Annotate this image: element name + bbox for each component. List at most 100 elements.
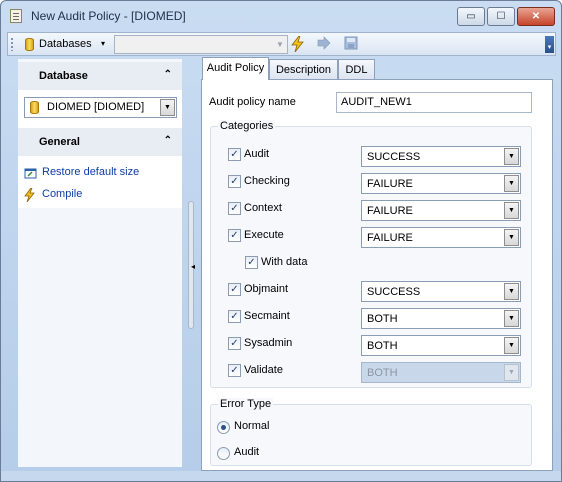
database-icon: [25, 38, 34, 51]
databases-menu[interactable]: Databases: [39, 38, 92, 50]
policy-name-value: AUDIT_NEW1: [341, 96, 412, 108]
category-label: Sysadmin: [244, 337, 293, 349]
category-mode-select[interactable]: FAILURE ▼: [361, 227, 521, 248]
toolbar-grip[interactable]: [11, 38, 13, 51]
category-row-sysadmin: ✓ Sysadmin BOTH ▼: [202, 335, 542, 357]
chevron-down-icon[interactable]: ▼: [504, 310, 519, 327]
chevron-down-icon[interactable]: ▼: [504, 229, 519, 246]
policy-name-label: Audit policy name: [209, 96, 296, 108]
collapse-icon[interactable]: ⌃: [164, 135, 172, 146]
general-section-title: General: [39, 136, 80, 148]
database-select-value: DIOMED [DIOMED]: [47, 101, 145, 113]
chevron-down-icon[interactable]: ▼: [504, 175, 519, 192]
error-type-normal-option[interactable]: Normal: [217, 420, 337, 436]
tab-ddl[interactable]: DDL: [338, 59, 375, 79]
category-checkbox[interactable]: ✓: [228, 310, 241, 323]
forward-arrow-icon[interactable]: [315, 36, 332, 53]
database-section-header[interactable]: Database ⌃: [18, 62, 182, 90]
category-mode-select[interactable]: BOTH ▼: [361, 308, 521, 329]
general-section-header[interactable]: General ⌃: [18, 128, 182, 156]
close-button[interactable]: ✕: [517, 7, 555, 26]
policy-name-input[interactable]: AUDIT_NEW1: [336, 92, 532, 113]
category-mode-value: FAILURE: [367, 178, 413, 190]
compile-link[interactable]: Compile: [18, 187, 182, 205]
category-checkbox[interactable]: ✓: [228, 364, 241, 377]
error-type-audit-option[interactable]: Audit: [217, 446, 337, 462]
chevron-down-icon[interactable]: ▼: [273, 36, 287, 53]
database-select[interactable]: DIOMED [DIOMED] ▼: [24, 97, 177, 118]
minimize-button[interactable]: ▭: [457, 7, 485, 26]
restore-default-size-label: Restore default size: [42, 166, 140, 178]
tab-description[interactable]: Description: [269, 59, 338, 79]
category-row-validate: ✓ Validate BOTH ▼: [202, 362, 542, 384]
category-row-audit: ✓ Audit SUCCESS ▼: [202, 146, 542, 168]
category-label: Secmaint: [244, 310, 290, 322]
category-mode-value: BOTH: [367, 313, 398, 325]
toolbar-overflow-button[interactable]: ▾: [545, 36, 554, 53]
toolbar: Databases ▾ ▼ ▾: [7, 32, 556, 56]
category-mode-value: FAILURE: [367, 205, 413, 217]
with-data-option[interactable]: ✓ With data: [202, 254, 402, 274]
category-checkbox[interactable]: ✓: [228, 229, 241, 242]
chevron-down-icon[interactable]: ▼: [504, 202, 519, 219]
category-label: Checking: [244, 175, 290, 187]
category-mode-select[interactable]: SUCCESS ▼: [361, 281, 521, 302]
category-checkbox[interactable]: ✓: [228, 175, 241, 188]
lightning-icon: [24, 187, 35, 205]
category-checkbox[interactable]: ✓: [228, 283, 241, 296]
category-mode-value: SUCCESS: [367, 286, 421, 298]
database-object-combo[interactable]: ▼: [114, 35, 288, 54]
category-row-checking: ✓ Checking FAILURE ▼: [202, 173, 542, 195]
category-row-context: ✓ Context FAILURE ▼: [202, 200, 542, 222]
collapse-icon[interactable]: ⌃: [164, 69, 172, 80]
category-mode-select: BOTH ▼: [361, 362, 521, 383]
category-row-secmaint: ✓ Secmaint BOTH ▼: [202, 308, 542, 330]
category-mode-value: SUCCESS: [367, 151, 421, 163]
category-checkbox[interactable]: ✓: [228, 337, 241, 350]
restore-default-size-link[interactable]: Restore default size: [18, 166, 182, 180]
audit-policy-page: Audit policy name AUDIT_NEW1 Categories …: [201, 79, 553, 471]
compile-lightning-icon[interactable]: [289, 35, 306, 53]
category-label: Validate: [244, 364, 283, 376]
category-checkbox[interactable]: ✓: [228, 202, 241, 215]
with-data-checkbox[interactable]: ✓: [245, 256, 258, 269]
tab-audit-policy[interactable]: Audit Policy: [202, 57, 269, 80]
database-section-body: DIOMED [DIOMED] ▼: [18, 90, 182, 128]
category-mode-select[interactable]: FAILURE ▼: [361, 173, 521, 194]
chevron-down-icon[interactable]: ▾: [101, 39, 105, 48]
window-bottom-frame: [1, 471, 561, 481]
database-section-title: Database: [39, 70, 88, 82]
category-mode-select[interactable]: BOTH ▼: [361, 335, 521, 356]
window-title: New Audit Policy - [DIOMED]: [31, 9, 186, 23]
navigation-panel: Database ⌃ DIOMED [DIOMED] ▼ General ⌃ R…: [18, 59, 182, 467]
chevron-left-icon[interactable]: ◂: [191, 262, 195, 271]
error-type-title: Error Type: [218, 398, 274, 410]
categories-title: Categories: [218, 120, 276, 132]
chevron-down-icon[interactable]: ▼: [504, 148, 519, 165]
compile-label: Compile: [42, 188, 83, 200]
category-mode-select[interactable]: FAILURE ▼: [361, 200, 521, 221]
database-icon: [30, 101, 39, 114]
category-label: Execute: [244, 229, 284, 241]
title-bar: New Audit Policy - [DIOMED] ▭ ☐ ✕: [1, 1, 561, 31]
category-checkbox[interactable]: ✓: [228, 148, 241, 161]
chevron-down-icon: ▼: [504, 364, 519, 381]
maximize-button[interactable]: ☐: [487, 7, 515, 26]
with-data-label: With data: [261, 256, 308, 268]
error-type-audit-label: Audit: [234, 446, 260, 458]
chevron-down-icon[interactable]: ▼: [160, 99, 175, 116]
chevron-down-icon[interactable]: ▼: [504, 283, 519, 300]
category-row-objmaint: ✓ Objmaint SUCCESS ▼: [202, 281, 542, 303]
category-row-execute: ✓ Execute FAILURE ▼: [202, 227, 542, 249]
category-mode-value: FAILURE: [367, 232, 413, 244]
category-mode-value: BOTH: [367, 367, 398, 379]
error-type-normal-label: Normal: [234, 420, 270, 432]
category-mode-select[interactable]: SUCCESS ▼: [361, 146, 521, 167]
category-label: Objmaint: [244, 283, 289, 295]
chevron-down-icon[interactable]: ▼: [504, 337, 519, 354]
audit-policy-window: New Audit Policy - [DIOMED] ▭ ☐ ✕ Databa…: [0, 0, 562, 482]
error-type-audit-radio[interactable]: [217, 447, 230, 460]
error-type-normal-radio[interactable]: [217, 421, 230, 434]
restore-size-icon: [24, 166, 37, 182]
save-icon[interactable]: [342, 36, 359, 53]
